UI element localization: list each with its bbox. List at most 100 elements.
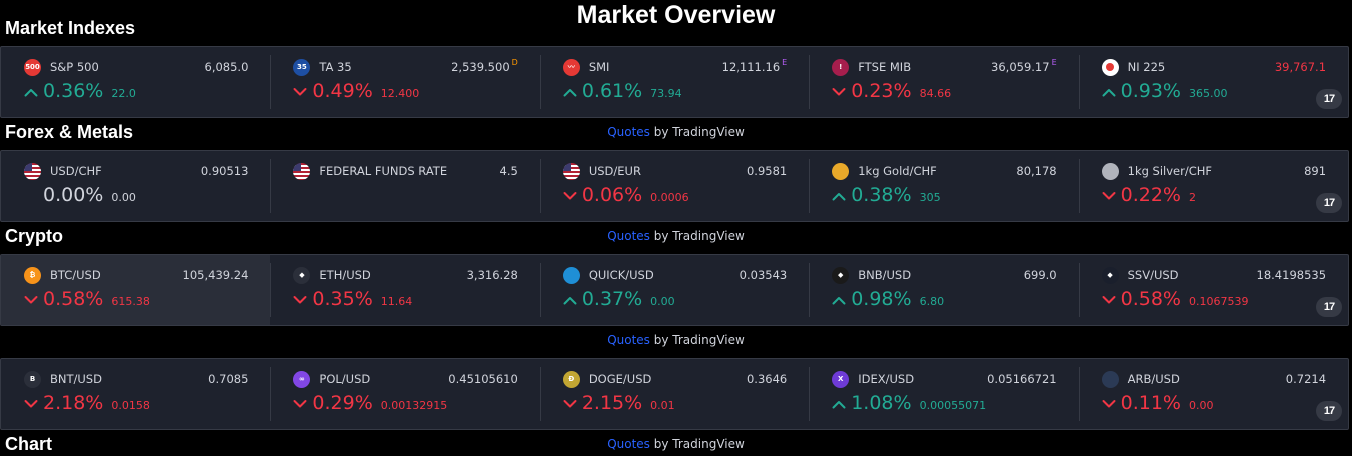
tradingview-logo-icon[interactable]: 17 [1316, 401, 1343, 421]
symbol-name: BTC/USD [50, 268, 101, 282]
change-absolute: 12.400 [380, 87, 420, 100]
change-absolute: 0.00 [650, 295, 675, 308]
symbol-tile[interactable]: 500 S&P 500 6,085.0 0.36% 22.0 [1, 47, 270, 117]
symbol-logo-icon [832, 162, 850, 180]
symbol-tile[interactable]: X IDEX/USD 0.05166721 1.08% 0.00055071 [809, 359, 1078, 429]
symbol-name: BNT/USD [50, 372, 102, 386]
attribution: Quotes by TradingView [0, 333, 1352, 347]
change-absolute: 0.0158 [111, 399, 150, 412]
change-percent: 0.61% [581, 80, 643, 102]
attribution: Quotes by TradingView [0, 437, 1352, 451]
symbol-price: 891 [1304, 164, 1327, 178]
symbol-tile[interactable]: Ð DOGE/USD 0.3646 2.15% 0.01 [539, 359, 809, 429]
tradingview-logo-icon[interactable]: 17 [1316, 193, 1343, 213]
symbol-tile[interactable]: ∞ POL/USD 0.45105610 0.29% 0.00132915 [270, 359, 539, 429]
symbol-logo-icon: 500 [24, 58, 41, 76]
tradingview-logo-text: 17 [1323, 405, 1335, 417]
change-absolute: 0.01 [650, 399, 675, 412]
section-title-market-indexes: Market Indexes [5, 18, 136, 38]
change-percent: 0.23% [851, 80, 912, 102]
symbol-tile[interactable]: ! FTSE MIB 36,059.17 E 0.23% 84.66 [809, 47, 1078, 117]
attribution-text: by TradingView [649, 125, 745, 139]
symbol-tile[interactable]: 1kg Silver/CHF 891 0.22% 2 17 [1078, 151, 1348, 221]
symbol-name: FEDERAL FUNDS RATE [319, 164, 448, 178]
change-absolute: 0.00 [111, 191, 136, 204]
quotes-link[interactable]: Quotes [607, 229, 650, 243]
delay-flag: D [511, 58, 518, 67]
arrow-up-icon [563, 295, 579, 305]
symbol-tile[interactable]: NI 225 39,767.1 0.93% 365.00 17 [1078, 47, 1348, 117]
crypto-panel-2: B BNT/USD 0.7085 2.18% 0.0158 ∞ POL/USD 0.45105… [0, 358, 1349, 430]
symbol-price: 3,316.28 [466, 268, 518, 282]
crypto-panel: ₿ BTC/USD 105,439.24 0.58% 615.38 ◆ ETH/USD 3,3… [0, 254, 1349, 326]
change-absolute: 0.1067539 [1188, 295, 1249, 308]
quotes-link[interactable]: Quotes [607, 125, 650, 139]
symbol-tile[interactable]: 1kg Gold/CHF 80,178 0.38% 305 [809, 151, 1078, 221]
arrow-down-icon [1102, 191, 1118, 201]
symbol-logo-icon: ∞ [293, 370, 311, 388]
symbol-price: 0.7214 [1285, 372, 1327, 386]
attribution: Quotes by TradingView [0, 125, 1352, 139]
symbol-logo-icon: X [832, 370, 850, 388]
symbol-tile[interactable]: ARB/USD 0.7214 0.11% 0.00 17 [1078, 359, 1348, 429]
symbol-name: SMI [588, 60, 610, 74]
change-absolute: 22.0 [111, 87, 136, 100]
symbol-price: 39,767.1 [1274, 60, 1327, 74]
symbol-logo-icon: 〰 [562, 58, 580, 76]
change-percent: 0.58% [43, 288, 104, 310]
change-absolute: 615.38 [111, 295, 150, 308]
symbol-price: 4.5 [499, 164, 518, 178]
arrow-up-icon [832, 191, 848, 201]
symbol-price: 2,539.500 [451, 60, 510, 74]
symbol-price: 0.9581 [746, 164, 788, 178]
symbol-tile[interactable]: USD/EUR 0.9581 0.06% 0.0006 [539, 151, 809, 221]
symbol-name: ETH/USD [319, 268, 371, 282]
symbol-logo-icon [293, 162, 311, 180]
tradingview-logo-text: 17 [1323, 93, 1335, 105]
symbol-logo-icon [562, 162, 580, 180]
symbol-name: POL/USD [319, 372, 371, 386]
section-title-forex-metals: Forex & Metals [5, 122, 134, 142]
change-absolute: 6.80 [919, 295, 945, 308]
symbol-logo-icon [24, 162, 41, 180]
change-absolute: 0.0006 [650, 191, 689, 204]
arrow-down-icon [293, 295, 309, 305]
delay-flag: E [1051, 58, 1057, 67]
symbol-tile[interactable]: ◆ SSV/USD 18.4198535 0.58% 0.1067539 17 [1078, 255, 1348, 325]
change-percent: 0.06% [581, 184, 643, 206]
tradingview-logo-icon[interactable]: 17 [1316, 297, 1343, 317]
symbol-tile[interactable]: USD/CHF 0.90513 0.00% 0.00 [1, 151, 270, 221]
quotes-link[interactable]: Quotes [607, 333, 650, 347]
change-percent: 0.35% [312, 288, 373, 310]
symbol-logo-icon: Ð [562, 370, 580, 388]
symbol-tile[interactable]: ◆ BNB/USD 699.0 0.98% 6.80 [809, 255, 1078, 325]
symbol-tile[interactable]: ₿ BTC/USD 105,439.24 0.58% 615.38 [1, 255, 271, 325]
symbol-price: 699.0 [1023, 268, 1057, 282]
symbol-price: 36,059.17 [991, 60, 1050, 74]
quotes-link[interactable]: Quotes [607, 437, 650, 451]
change-percent: 0.29% [312, 392, 373, 414]
page-title: Market Overview [576, 1, 776, 29]
symbol-name: 1kg Silver/CHF [1127, 164, 1213, 178]
symbol-name: DOGE/USD [588, 372, 652, 386]
arrow-up-icon [1102, 87, 1118, 97]
symbol-logo-icon: ◆ [1101, 266, 1119, 284]
symbol-tile[interactable]: FEDERAL FUNDS RATE 4.5 [270, 151, 539, 221]
arrow-down-icon [24, 295, 40, 305]
symbol-tile[interactable]: 35 TA 35 2,539.500 D 0.49% 12.400 [270, 47, 539, 117]
symbol-logo-icon: ₿ [24, 266, 41, 284]
symbol-tile[interactable]: QUICK/USD 0.03543 0.37% 0.00 [539, 255, 809, 325]
attribution-text: by TradingView [649, 229, 745, 243]
arrow-down-icon [293, 87, 309, 97]
section-title-chart: Chart [5, 434, 53, 454]
change-percent: 0.58% [1120, 288, 1181, 310]
change-percent: 0.37% [581, 288, 643, 310]
market-indexes-panel: 500 S&P 500 6,085.0 0.36% 22.0 35 TA 35 2,539.5… [0, 46, 1349, 118]
symbol-name: ARB/USD [1127, 372, 1180, 386]
symbol-tile[interactable]: 〰 SMI 12,111.16 E 0.61% 73.94 [539, 47, 809, 117]
symbol-tile[interactable]: ◆ ETH/USD 3,316.28 0.35% 11.64 [270, 255, 539, 325]
change-absolute: 365.00 [1188, 87, 1228, 100]
tradingview-logo-icon[interactable]: 17 [1316, 89, 1343, 109]
symbol-tile[interactable]: B BNT/USD 0.7085 2.18% 0.0158 [1, 359, 270, 429]
arrow-down-icon [1102, 295, 1118, 305]
